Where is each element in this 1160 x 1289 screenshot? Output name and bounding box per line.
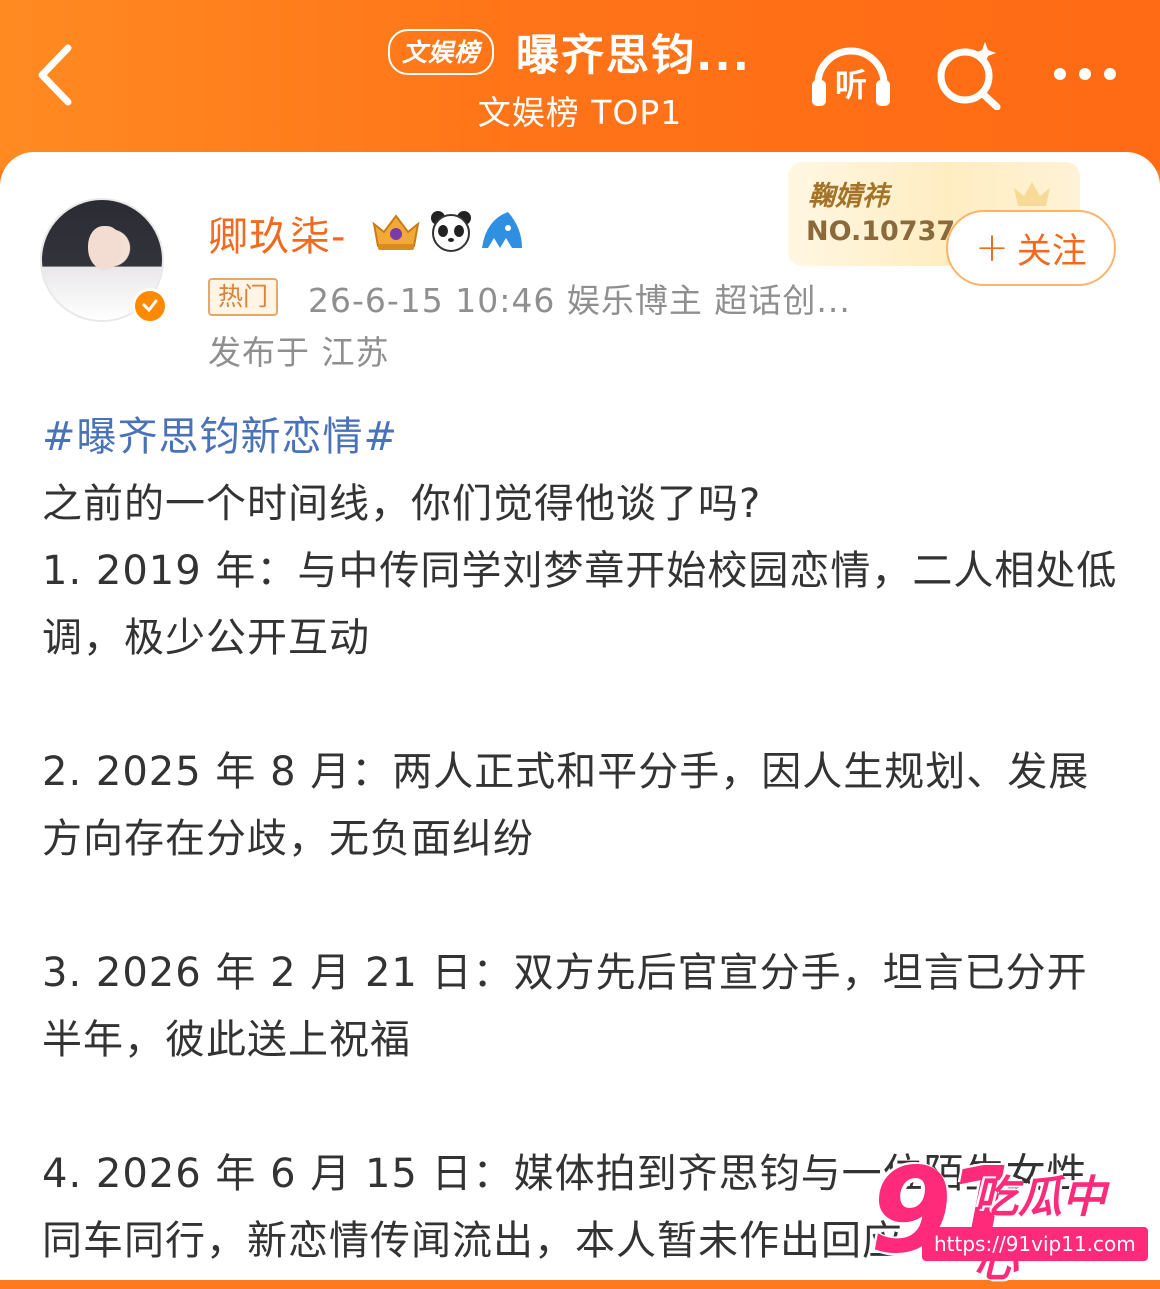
post-intro: 之前的一个时间线，你们觉得他谈了吗? [42, 481, 762, 527]
more-icon[interactable] [1050, 52, 1120, 96]
follow-label: 关注 [1016, 231, 1087, 272]
timeline-item-3: 3. 2026 年 2 月 21 日：双方先后官宣分手，坦言已分开半年，彼此送上… [42, 950, 1088, 1063]
top-bar: 文娱榜 曝齐思钧... 文娱榜 TOP1 听 [0, 0, 1160, 170]
search-icon[interactable] [933, 40, 1003, 110]
post-card: 卿玖柒- 鞠婧祎 NO.107378 + 关注 热门 26-6-15 10:46… [0, 152, 1160, 1280]
follow-button[interactable]: + 关注 [946, 210, 1116, 286]
avatar-face-shape [88, 226, 122, 270]
board-badge[interactable]: 文娱榜 [388, 29, 495, 75]
panda-icon[interactable] [428, 208, 474, 254]
listen-label: 听 [835, 66, 867, 104]
watermark-url: https://91vip11.com [922, 1227, 1148, 1261]
rank-star-name: 鞠婧祎 [808, 181, 889, 212]
post-meta: 26-6-15 10:46 娱乐博主 超话创... [308, 281, 851, 320]
author-name[interactable]: 卿玖柒- [208, 204, 346, 262]
listen-button[interactable]: 听 [808, 40, 894, 110]
title-group: 文娱榜 曝齐思钧... [388, 24, 752, 81]
crown-medal-icon[interactable] [368, 210, 424, 252]
verified-badge-icon [132, 288, 168, 324]
crown-icon [1014, 182, 1050, 206]
site-watermark: 91 吃瓜中心 https://91vip11.com [870, 1141, 1148, 1287]
shark-icon[interactable] [478, 208, 526, 254]
hot-tag: 热门 [208, 278, 279, 316]
timeline-item-2: 2. 2025 年 8 月：两人正式和平分手，因人生规划、发展方向存在分歧，无负… [42, 749, 1090, 862]
watermark-text: 吃瓜中心 [974, 1172, 1106, 1287]
page-title: 曝齐思钧... [516, 31, 752, 81]
timeline-item-1: 1. 2019 年：与中传同学刘梦章开始校园恋情，二人相处低调，极少公开互动 [42, 548, 1118, 661]
topic-hashtag-link[interactable]: #曝齐思钧新恋情# [42, 404, 1122, 471]
plus-icon: + [975, 225, 1009, 271]
post-location: 发布于 江苏 [208, 333, 390, 372]
